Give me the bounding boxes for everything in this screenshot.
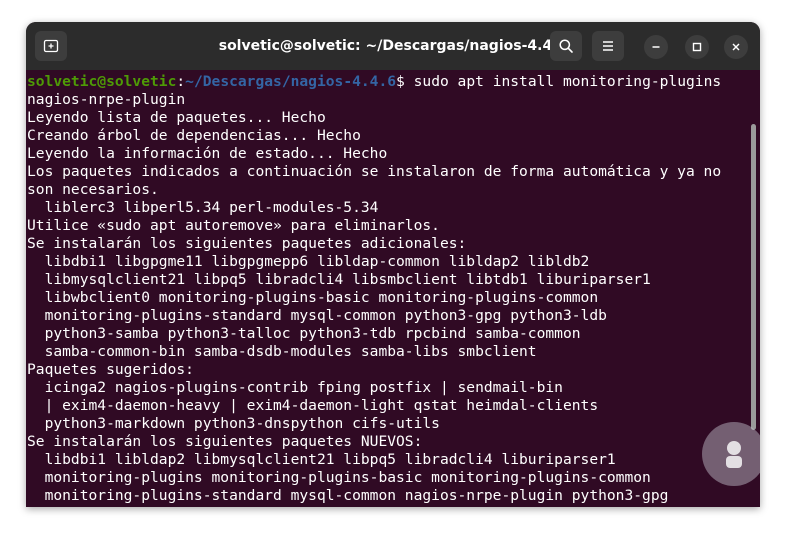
minimize-button[interactable] bbox=[644, 35, 668, 59]
terminal-window: solvetic@solvetic: ~/Descargas/nagios-4.… bbox=[26, 22, 760, 507]
terminal-output-area[interactable]: solvetic@solvetic:~/Descargas/nagios-4.4… bbox=[26, 70, 760, 507]
output-line: monitoring-plugins monitoring-plugins-ba… bbox=[27, 469, 651, 486]
prompt-user-host: solvetic@solvetic bbox=[27, 73, 177, 90]
solvetic-logo-icon bbox=[726, 441, 742, 468]
minimize-icon bbox=[652, 46, 660, 48]
new-tab-button[interactable] bbox=[35, 31, 67, 61]
search-icon bbox=[559, 39, 573, 53]
search-button[interactable] bbox=[550, 31, 582, 61]
output-line: son necesarios. bbox=[27, 181, 159, 198]
prompt-path: ~/Descargas/nagios-4.4.6 bbox=[185, 73, 397, 90]
output-line: liblerc3 libperl5.34 perl-modules-5.34 bbox=[27, 199, 379, 216]
output-line: Creando árbol de dependencias... Hecho bbox=[27, 127, 361, 144]
output-line: python3-samba python3-talloc python3-tdb… bbox=[27, 325, 581, 342]
menu-button[interactable] bbox=[592, 31, 624, 61]
output-line: Leyendo lista de paquetes... Hecho bbox=[27, 109, 326, 126]
terminal-text: solvetic@solvetic:~/Descargas/nagios-4.4… bbox=[27, 73, 721, 505]
output-line: Leyendo la información de estado... Hech… bbox=[27, 145, 388, 162]
close-icon bbox=[732, 43, 740, 51]
output-line: nagios-nrpe-plugin bbox=[27, 91, 186, 108]
prompt-line: solvetic@solvetic:~/Descargas/nagios-4.4… bbox=[27, 73, 721, 91]
output-line: libdbi1 libldap2 libmysqlclient21 libpq5… bbox=[27, 451, 616, 468]
title-bar[interactable]: solvetic@solvetic: ~/Descargas/nagios-4.… bbox=[26, 22, 760, 70]
prompt-separator: : bbox=[176, 73, 186, 90]
output-line: samba-common-bin samba-dsdb-modules samb… bbox=[27, 343, 537, 360]
output-line: Se instalarán los siguientes paquetes ad… bbox=[27, 235, 467, 252]
output-line: monitoring-plugins-standard mysql-common… bbox=[27, 487, 669, 504]
output-line: libdbi1 libgpgme11 libgpgmepp6 libldap-c… bbox=[27, 253, 590, 270]
hamburger-menu-icon bbox=[603, 41, 613, 51]
new-tab-icon bbox=[43, 39, 59, 53]
output-line: python3-markdown python3-dnspython cifs-… bbox=[27, 415, 440, 432]
output-line: Se instalarán los siguientes paquetes NU… bbox=[27, 433, 423, 450]
prompt-symbol: $ bbox=[396, 73, 414, 90]
output-line: Utilice «sudo apt autoremove» para elimi… bbox=[27, 217, 440, 234]
close-button[interactable] bbox=[724, 35, 748, 59]
prompt-command: sudo apt install monitoring-plugins bbox=[413, 73, 722, 90]
maximize-button[interactable] bbox=[685, 35, 709, 59]
output-line: libwbclient0 monitoring-plugins-basic mo… bbox=[27, 289, 599, 306]
output-line: icinga2 nagios-plugins-contrib fping pos… bbox=[27, 379, 563, 396]
scrollbar[interactable] bbox=[751, 124, 756, 430]
output-line: Los paquetes indicados a continuación se… bbox=[27, 163, 722, 180]
maximize-icon bbox=[692, 42, 702, 52]
output-line: | exim4-daemon-heavy | exim4-daemon-ligh… bbox=[27, 397, 599, 414]
watermark-logo bbox=[702, 422, 760, 486]
output-line: monitoring-plugins-standard mysql-common… bbox=[27, 307, 607, 324]
output-line: Paquetes sugeridos: bbox=[27, 361, 194, 378]
output-line: libmysqlclient21 libpq5 libradcli4 libsm… bbox=[27, 271, 651, 288]
